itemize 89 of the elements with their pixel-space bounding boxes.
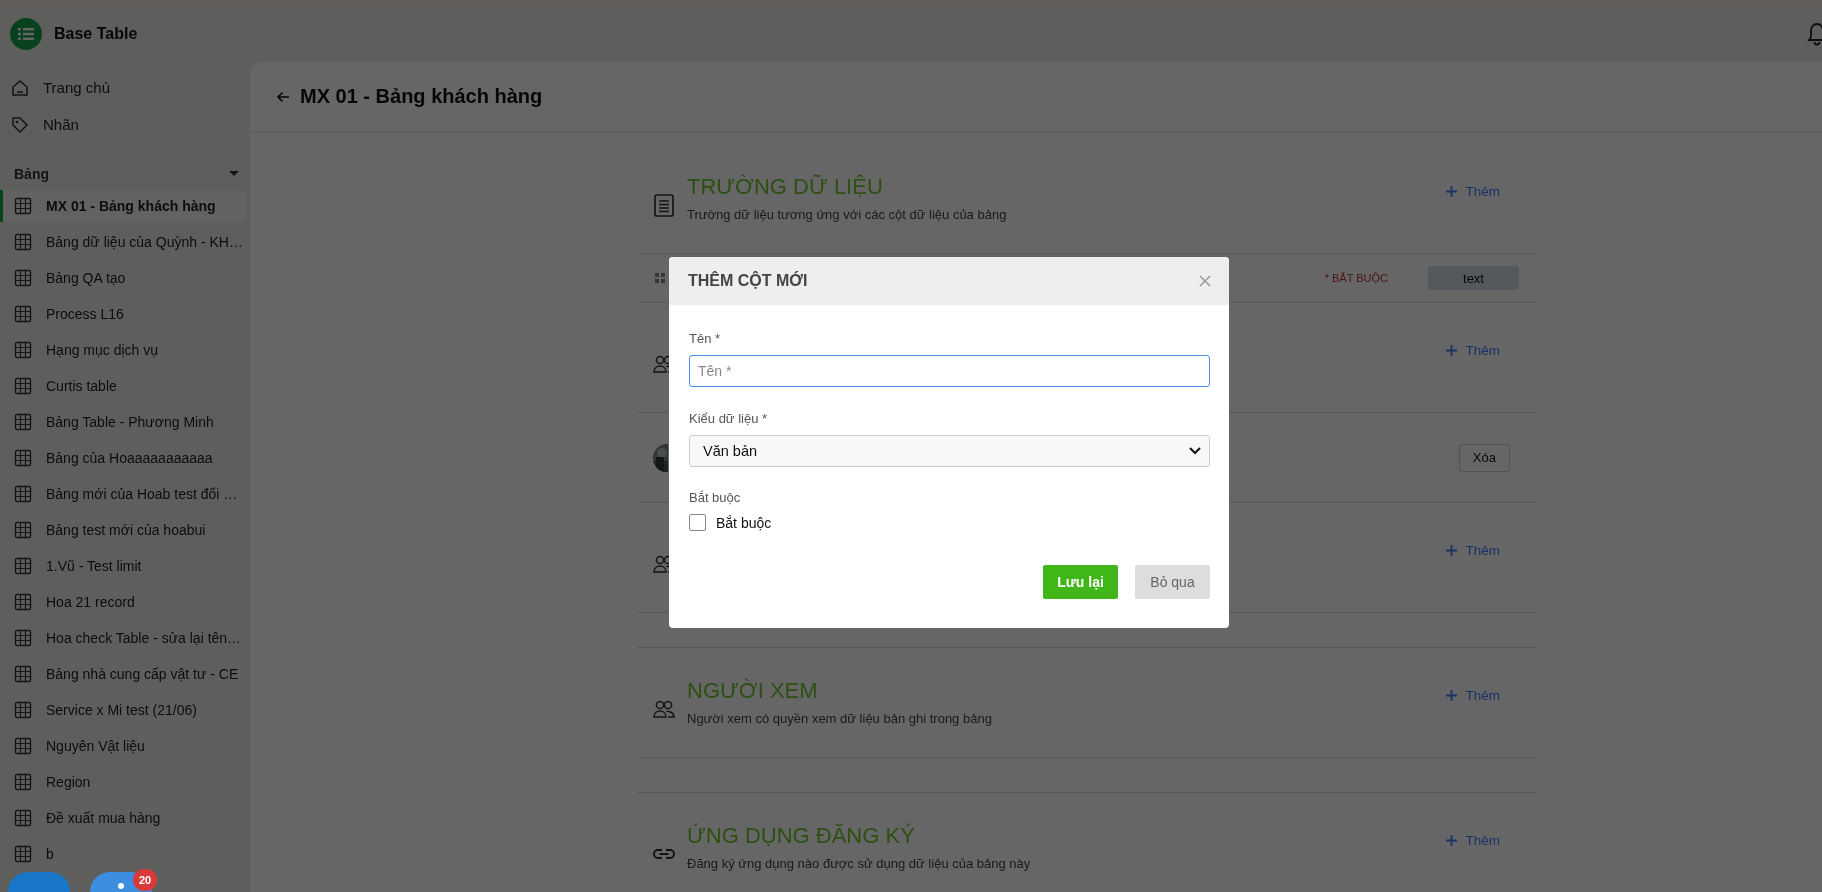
app-logo-icon xyxy=(10,17,42,50)
nav-item[interactable]: Trang chủ xyxy=(0,69,250,106)
home-icon xyxy=(11,78,29,97)
table-icon xyxy=(14,341,32,359)
table-icon xyxy=(14,773,32,791)
add-label: Thêm xyxy=(1465,833,1500,848)
plus-icon xyxy=(1446,545,1458,556)
sidebar-item[interactable]: b xyxy=(0,838,246,870)
sidebar-item[interactable]: Bảng dữ liệu của Quỳnh - KH… xyxy=(0,226,246,258)
sidebar-item[interactable]: Hạng mục dịch vụ xyxy=(0,334,246,366)
table-icon xyxy=(14,485,32,503)
add-link[interactable]: Thêm xyxy=(1446,184,1500,199)
sidebar-item[interactable]: Hoa check Table - sửa lại tên… xyxy=(0,622,246,654)
bell-icon[interactable] xyxy=(1806,20,1822,47)
add-label: Thêm xyxy=(1465,688,1500,703)
required-label: * BẮT BUỘC xyxy=(1324,272,1388,284)
table-icon xyxy=(14,557,32,575)
section-description: Người xem có quyền xem dữ liệu bản ghi trong bảng xyxy=(687,710,993,726)
sidebar-item[interactable]: Bảng test mới của hoabui xyxy=(0,514,246,546)
app-title: Base Table xyxy=(54,24,138,43)
table-icon xyxy=(14,413,32,431)
sidebar-item[interactable]: Curtis table xyxy=(0,370,246,402)
table-icon xyxy=(14,449,32,467)
table-icon xyxy=(14,701,32,719)
add-label: Thêm xyxy=(1465,343,1500,358)
section-title: TRƯỜNG DỮ LIỆU xyxy=(687,172,884,201)
field-label: Bắt buộc xyxy=(689,490,742,505)
add-label: Thêm xyxy=(1465,543,1500,558)
table-icon xyxy=(14,233,32,251)
sidebar-item[interactable]: Bảng QA tạo xyxy=(0,262,246,294)
add-link[interactable]: Thêm xyxy=(1446,343,1500,358)
plus-icon xyxy=(1446,186,1458,197)
sidebar-item[interactable]: Bảng Table - Phương Minh xyxy=(0,406,246,438)
table-icon xyxy=(14,305,32,323)
close-icon[interactable] xyxy=(1199,275,1211,287)
section-description: Trường dữ liệu tương ứng với các cột dữ liệu của bảng xyxy=(687,206,1008,222)
checkbox-label: Bắt buộc xyxy=(716,514,772,531)
plus-icon xyxy=(1446,690,1458,701)
table-icon xyxy=(14,521,32,539)
table-icon xyxy=(14,269,32,287)
table-icon xyxy=(14,377,32,395)
sidebar-item[interactable]: Process L16 xyxy=(0,298,246,330)
table-icon xyxy=(14,845,32,863)
table-icon xyxy=(14,809,32,827)
add-link[interactable]: Thêm xyxy=(1446,833,1500,848)
sidebar-item[interactable]: MX 01 - Bảng khách hàng xyxy=(0,190,246,222)
chevron-down-icon xyxy=(1189,447,1201,455)
delete-button[interactable]: Xóa xyxy=(1458,443,1510,472)
document-icon xyxy=(652,192,676,217)
section-description: Đăng ký ứng dụng nào được sử dụng dữ liệu của bảng này xyxy=(687,855,1032,871)
field-label: Tên * xyxy=(689,331,722,346)
table-icon xyxy=(14,593,32,611)
sidebar-item[interactable]: Service x Mi test (21/06) xyxy=(0,694,246,726)
sidebar-item[interactable]: Đề xuất mua hàng xyxy=(0,802,246,834)
sidebar-item[interactable]: Bảng của Hoaaaaaaaaaaa xyxy=(0,442,246,474)
section-title: NGƯỜI XEM xyxy=(687,676,819,705)
dialog-title: THÊM CỘT MỚI xyxy=(688,272,808,290)
type-tag: text xyxy=(1428,266,1519,290)
sidebar-item[interactable]: Region xyxy=(0,766,246,798)
section-title: ỨNG DỤNG ĐĂNG KÝ xyxy=(687,821,916,850)
sidebar-item[interactable]: 1.Vũ - Test limit xyxy=(0,550,246,582)
table-icon xyxy=(14,197,32,215)
table-icon xyxy=(14,629,32,647)
sidebar-item[interactable]: Bảng nhà cung cấp vật tư - CE xyxy=(0,658,246,690)
plus-icon xyxy=(1446,345,1458,356)
drag-handle-icon[interactable] xyxy=(655,273,665,283)
type-select[interactable]: Văn bản xyxy=(689,435,1210,467)
plus-icon xyxy=(1446,835,1458,846)
checkbox[interactable] xyxy=(689,514,706,531)
add-link[interactable]: Thêm xyxy=(1446,688,1500,703)
sidebar-item[interactable]: Bảng mới của Hoab test đổi … xyxy=(0,478,246,510)
add-label: Thêm xyxy=(1465,184,1500,199)
tag-icon xyxy=(11,115,29,134)
nav-item[interactable]: Nhãn xyxy=(0,106,250,143)
caret-icon[interactable] xyxy=(228,170,240,177)
page-title: MX 01 - Bảng khách hàng xyxy=(300,85,543,108)
add-link[interactable]: Thêm xyxy=(1446,543,1500,558)
notification-badge: 20 xyxy=(133,869,157,891)
section-heading: Bảng xyxy=(14,165,49,182)
name-input[interactable]: Tên * xyxy=(689,355,1210,387)
cancel-button[interactable]: Bỏ qua xyxy=(1135,565,1210,599)
save-button[interactable]: Lưu lại xyxy=(1043,565,1118,599)
dot-icon xyxy=(117,882,125,890)
table-icon xyxy=(14,737,32,755)
sidebar-item[interactable]: Hoa 21 record xyxy=(0,586,246,618)
back-arrow-icon[interactable] xyxy=(276,89,290,104)
field-label: Kiểu dữ liệu * xyxy=(689,411,769,426)
sidebar-item[interactable]: Nguyên Vật liệu xyxy=(0,730,246,762)
table-icon xyxy=(14,665,32,683)
